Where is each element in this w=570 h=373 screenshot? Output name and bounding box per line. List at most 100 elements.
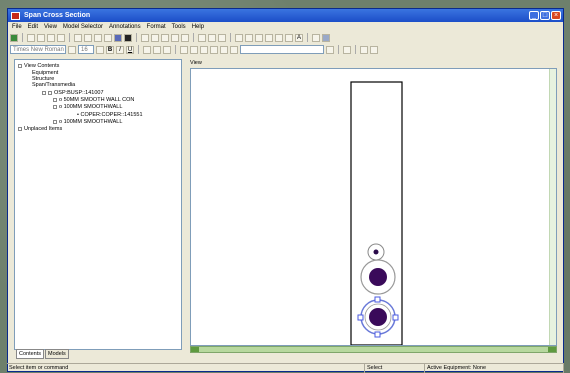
expand-icon[interactable] (53, 119, 57, 124)
tree-item-100mm[interactable]: o 100MM SMOOTHWALL (53, 119, 122, 125)
size-dropdown-icon[interactable] (96, 45, 104, 54)
status-message: Select item or command (7, 364, 365, 373)
menu-format[interactable]: Format (147, 24, 166, 30)
layer-4-icon[interactable] (210, 45, 218, 54)
print-icon[interactable] (47, 33, 55, 42)
expand-icon[interactable] (18, 126, 22, 131)
new-item-icon[interactable] (10, 33, 18, 42)
vertical-scrollbar[interactable] (549, 69, 556, 345)
cursor-icon[interactable] (198, 33, 206, 42)
font-name-combo[interactable]: Times New Roman (10, 45, 66, 54)
chart-icon[interactable] (181, 33, 189, 42)
tree-item-50mm[interactable]: o 50MM SMOOTH WALL CON (53, 97, 134, 103)
tree-item-osp[interactable]: OSP:BUSP::141007 (42, 90, 104, 96)
menu-help[interactable]: Help (192, 24, 204, 30)
status-mode: Select (365, 364, 425, 373)
scroll-thumb[interactable] (199, 347, 548, 352)
line-icon[interactable] (235, 33, 243, 42)
minimize-icon[interactable]: _ (529, 11, 539, 20)
small-cable[interactable] (373, 249, 379, 255)
style-combo[interactable] (240, 45, 324, 54)
font-size-combo[interactable]: 16 (78, 45, 94, 54)
selection-handle[interactable] (357, 314, 364, 321)
menu-annotations[interactable]: Annotations (109, 24, 141, 30)
rect-select-icon[interactable] (208, 33, 216, 42)
horizontal-scrollbar[interactable] (190, 346, 557, 353)
ellipse-icon[interactable] (265, 33, 273, 42)
arrow-icon[interactable] (285, 33, 293, 42)
menu-view[interactable]: View (44, 24, 57, 30)
maximize-icon[interactable]: □ (540, 11, 550, 20)
selection-handle[interactable] (392, 314, 399, 321)
collapse-icon[interactable] (42, 90, 46, 95)
cross-section-canvas[interactable] (191, 69, 551, 346)
scroll-left-arrow[interactable] (191, 347, 199, 352)
save-icon[interactable] (37, 33, 45, 42)
grid-icon[interactable] (151, 33, 159, 42)
selected-cable[interactable] (369, 308, 387, 326)
align-icon[interactable] (161, 33, 169, 42)
layer-1-icon[interactable] (180, 45, 188, 54)
selection-handle[interactable] (374, 331, 381, 338)
color-icon[interactable] (343, 45, 351, 54)
medium-cable[interactable] (369, 268, 387, 286)
tab-models[interactable]: Models (45, 349, 69, 359)
tree-item-span-transmedia[interactable]: Span/Transmedia (32, 82, 75, 88)
italic-button[interactable]: I (116, 45, 124, 54)
delete-icon[interactable] (57, 33, 65, 42)
circle-icon[interactable] (255, 33, 263, 42)
style-dropdown-icon[interactable] (326, 45, 334, 54)
scroll-right-arrow[interactable] (548, 347, 556, 352)
filter-icon[interactable] (360, 45, 368, 54)
close-icon[interactable]: × (551, 11, 561, 20)
box-icon (48, 90, 52, 95)
layer-2-icon[interactable] (190, 45, 198, 54)
dropdown-arrow-icon[interactable] (322, 33, 330, 42)
layer-3-icon[interactable] (200, 45, 208, 54)
model-tree-panel: View Contents Equipment Structure Span/T… (14, 59, 182, 350)
cross-section-view[interactable] (190, 68, 557, 346)
window-title: Span Cross Section (24, 12, 91, 19)
status-equipment: Active Equipment: None (425, 364, 564, 373)
zoom-in-icon[interactable] (84, 33, 92, 42)
rectangle-icon[interactable] (275, 33, 283, 42)
text-tool-icon[interactable]: A (295, 33, 303, 42)
lasso-icon[interactable] (218, 33, 226, 42)
menu-file[interactable]: File (12, 24, 22, 30)
expand-icon[interactable] (53, 97, 57, 102)
menu-edit[interactable]: Edit (28, 24, 38, 30)
pan-icon[interactable] (104, 33, 112, 42)
collapse-icon[interactable] (18, 63, 22, 68)
open-icon[interactable] (27, 33, 35, 42)
align-center-icon[interactable] (153, 45, 161, 54)
tree-item-unplaced[interactable]: Unplaced Items (18, 126, 62, 132)
title-bar[interactable]: Span Cross Section _ □ × (8, 9, 563, 22)
zoom-out-icon[interactable] (94, 33, 102, 42)
align-right-icon[interactable] (163, 45, 171, 54)
menu-model-selector[interactable]: Model Selector (63, 24, 103, 30)
globe-icon[interactable] (114, 33, 122, 42)
underline-button[interactable]: U (126, 45, 134, 54)
tree-item-100mm-selected[interactable]: o 100MM SMOOTHWALL (53, 104, 122, 110)
layer-5-icon[interactable] (220, 45, 228, 54)
tab-contents[interactable]: Contents (16, 349, 45, 359)
layer-6-icon[interactable] (230, 45, 238, 54)
tree-root[interactable]: View Contents (18, 63, 59, 69)
align-left-icon[interactable] (143, 45, 151, 54)
layout-icon[interactable] (141, 33, 149, 42)
menu-tools[interactable]: Tools (172, 24, 186, 30)
app-icon (11, 11, 20, 20)
font-dropdown-icon[interactable] (68, 45, 76, 54)
view-label: View (190, 60, 202, 66)
tree-item-coper[interactable]: • COPER:COPER::141551 (77, 112, 143, 118)
table-icon[interactable] (171, 33, 179, 42)
settings-icon[interactable] (370, 45, 378, 54)
selection-handle[interactable] (374, 296, 381, 303)
style-icon[interactable] (312, 33, 320, 42)
properties-icon[interactable] (74, 33, 82, 42)
polyline-icon[interactable] (245, 33, 253, 42)
fill-icon[interactable] (124, 33, 132, 42)
format-toolbar: Times New Roman 16 B I U (10, 44, 561, 55)
bold-button[interactable]: B (106, 45, 114, 54)
collapse-icon[interactable] (53, 104, 57, 109)
